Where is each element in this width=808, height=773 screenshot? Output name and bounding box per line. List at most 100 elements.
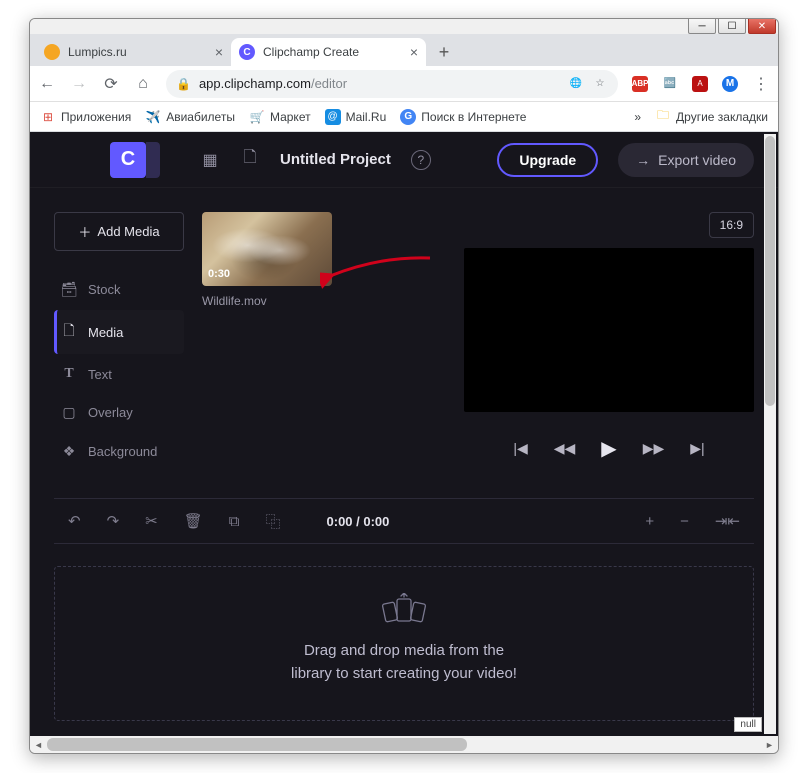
lock-icon: 🔒 [176, 77, 191, 91]
archive-icon: 🗃 [60, 281, 78, 298]
media-item[interactable]: 0:30 Wildlife.mov [202, 212, 332, 308]
project-name[interactable]: Untitled Project [280, 151, 391, 168]
browser-tabstrip: Lumpics.ru × C Clipchamp Create × + [30, 34, 778, 66]
browser-toolbar: ← → ⟳ ⌂ 🔒 app.clipchamp.com/editor 🌐 ☆ A… [30, 66, 778, 102]
window-titlebar: ─ ☐ ✕ [30, 19, 778, 34]
window-minimize-button[interactable]: ─ [688, 18, 716, 34]
browser-menu-button[interactable]: ⋮ [752, 74, 770, 94]
split-button[interactable]: ✂ [145, 512, 158, 530]
file-icon: 🗋 [60, 320, 78, 344]
home-button[interactable]: ⌂ [134, 75, 152, 93]
folder-icon: 🗀 [655, 109, 671, 125]
file-icon[interactable]: 🗋 [240, 150, 260, 170]
back-button[interactable]: ← [38, 75, 56, 93]
zoom-out-button[interactable]: − [680, 513, 689, 530]
bookmark-item[interactable]: ✈️Авиабилеты [145, 109, 235, 125]
other-bookmarks[interactable]: 🗀Другие закладки [655, 109, 768, 125]
bookmark-star-icon[interactable]: ☆ [592, 76, 608, 92]
add-media-button[interactable]: ＋Add Media [54, 212, 184, 251]
bookmarks-overflow[interactable]: » [634, 110, 641, 124]
video-preview[interactable] [464, 248, 754, 412]
play-button[interactable]: ▶ [601, 436, 616, 461]
sidebar-item-media[interactable]: 🗋Media [54, 310, 184, 354]
bookmarks-bar: ⊞Приложения ✈️Авиабилеты 🛒Маркет @Mail.R… [30, 102, 778, 132]
delete-button[interactable]: 🗑 [184, 512, 203, 530]
timeline-dropzone[interactable]: Drag and drop media from the library to … [54, 566, 754, 721]
bookmark-item[interactable]: @Mail.Ru [325, 109, 387, 125]
translate-icon[interactable]: 🌐 [568, 76, 584, 92]
video-icon[interactable]: ▦ [200, 150, 220, 170]
fit-button[interactable]: ⇥⇤ [715, 512, 740, 530]
google-icon: G [400, 109, 416, 125]
square-icon: ▢ [60, 404, 78, 421]
dropzone-text: Drag and drop media from the library to … [291, 639, 517, 686]
media-thumbnail[interactable]: 0:30 [202, 212, 332, 286]
layers-icon: ❖ [60, 443, 78, 460]
arrow-right-icon: → [636, 152, 650, 168]
zoom-in-button[interactable]: + [645, 513, 654, 530]
plus-icon: ＋ [78, 222, 91, 241]
editor-page: C▾ ▦ 🗋 Untitled Project ? Upgrade →Expor… [30, 132, 778, 736]
favicon-icon [44, 44, 60, 60]
extension-translate-icon[interactable]: 🔤 [662, 76, 678, 92]
preview-panel: 16:9 |◀ ◀◀ ▶ ▶▶ ▶| [360, 212, 754, 470]
window-maximize-button[interactable]: ☐ [718, 18, 746, 34]
tab-title: Lumpics.ru [68, 45, 207, 59]
timeline-time: 0:00 / 0:00 [327, 514, 390, 529]
apps-icon: ⊞ [40, 109, 56, 125]
annotation-arrow [320, 252, 440, 292]
copy-button[interactable]: ⧉ [229, 513, 240, 530]
null-tooltip: null [734, 717, 762, 732]
chevron-down-icon: ▾ [151, 154, 156, 165]
sidebar-item-text[interactable]: TText [54, 356, 184, 392]
mail-icon: @ [325, 109, 341, 125]
favicon-icon: C [239, 44, 255, 60]
media-duration: 0:30 [208, 268, 230, 280]
vertical-scrollbar[interactable] [764, 134, 776, 734]
scroll-left-icon[interactable]: ◄ [30, 736, 47, 753]
url-text: app.clipchamp.com/editor [199, 76, 560, 91]
aspect-ratio-button[interactable]: 16:9 [709, 212, 754, 238]
extension-adblock-icon[interactable]: ABP [632, 76, 648, 92]
export-video-button[interactable]: →Export video [618, 143, 754, 177]
app-logo[interactable]: C▾ [110, 142, 146, 178]
timeline-toolbar: ↶ ↷ ✂ 🗑 ⧉ ⿻ 0:00 / 0:00 + − ⇥⇤ [54, 498, 754, 544]
window-close-button[interactable]: ✕ [748, 18, 776, 34]
sidebar-item-overlay[interactable]: ▢Overlay [54, 394, 184, 431]
text-icon: T [60, 366, 78, 382]
bookmark-item[interactable]: 🛒Маркет [249, 109, 311, 125]
new-tab-button[interactable]: + [430, 38, 458, 66]
media-filename: Wildlife.mov [202, 294, 332, 308]
tab-close-icon[interactable]: × [215, 44, 223, 60]
player-controls: |◀ ◀◀ ▶ ▶▶ ▶| [464, 436, 754, 461]
extension-pdf-icon[interactable]: A [692, 76, 708, 92]
browser-tab[interactable]: Lumpics.ru × [36, 38, 231, 66]
tab-close-icon[interactable]: × [410, 44, 418, 60]
rewind-button[interactable]: ◀◀ [554, 440, 576, 457]
forward-button[interactable]: ▶▶ [643, 440, 665, 457]
sidebar-item-stock[interactable]: 🗃Stock [54, 271, 184, 308]
reload-button[interactable]: ⟳ [102, 74, 120, 94]
scroll-right-icon[interactable]: ► [761, 736, 778, 753]
cart-icon: 🛒 [249, 109, 265, 125]
duplicate-button[interactable]: ⿻ [266, 511, 281, 532]
dropzone-icon [377, 593, 431, 629]
media-library: 0:30 Wildlife.mov [202, 212, 342, 470]
forward-button[interactable]: → [70, 75, 88, 93]
skip-end-button[interactable]: ▶| [690, 440, 704, 457]
undo-button[interactable]: ↶ [68, 512, 81, 530]
address-bar[interactable]: 🔒 app.clipchamp.com/editor 🌐 ☆ [166, 70, 618, 98]
redo-button[interactable]: ↷ [107, 512, 120, 530]
horizontal-scrollbar[interactable]: ◄ ► [30, 736, 778, 753]
plane-icon: ✈️ [145, 109, 161, 125]
editor-sidebar: ＋Add Media 🗃Stock 🗋Media TText ▢Overlay … [54, 212, 184, 470]
app-top-bar: C▾ ▦ 🗋 Untitled Project ? Upgrade →Expor… [30, 132, 778, 188]
skip-start-button[interactable]: |◀ [513, 440, 527, 457]
browser-tab[interactable]: C Clipchamp Create × [231, 38, 426, 66]
bookmark-apps[interactable]: ⊞Приложения [40, 109, 131, 125]
upgrade-button[interactable]: Upgrade [497, 143, 598, 177]
help-icon[interactable]: ? [411, 150, 431, 170]
bookmark-item[interactable]: GПоиск в Интернете [400, 109, 526, 125]
sidebar-item-background[interactable]: ❖Background [54, 433, 184, 470]
profile-avatar[interactable]: M [722, 76, 738, 92]
